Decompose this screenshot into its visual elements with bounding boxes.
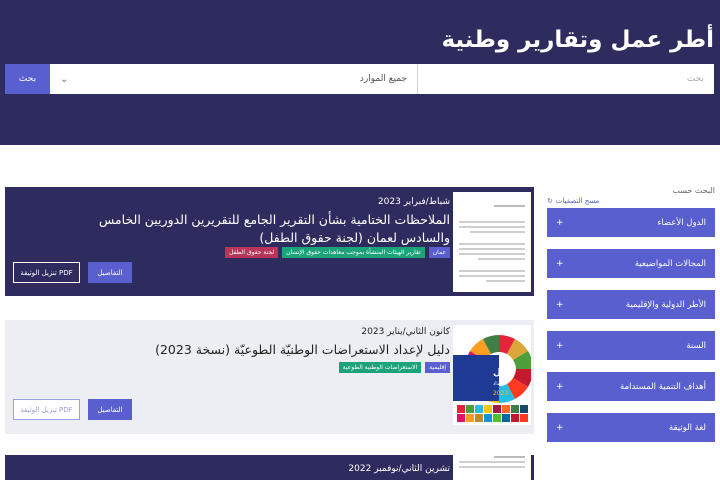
facet-label: الأطر الدولية والإقليمية bbox=[625, 299, 706, 310]
result-tags: عمان تقارير الهيئات المنشأة بموجب معاهدا… bbox=[225, 247, 450, 258]
plus-icon: + bbox=[556, 422, 564, 433]
search-bar: بحث ⌄ جميع الموارد بحث bbox=[5, 64, 714, 94]
result-actions: تنزيل الوثيقة PDF التفاصيل bbox=[13, 399, 132, 420]
resource-type-value: جميع الموارد bbox=[359, 74, 407, 84]
chevron-down-icon: ⌄ bbox=[60, 73, 69, 85]
result-title[interactable]: دليل لإعداد الاستعراضات الوطنيّة الطوعيّ… bbox=[90, 341, 450, 359]
tag[interactable]: إقليمية bbox=[425, 362, 450, 373]
thumb-subtitle: لإعداد bbox=[493, 381, 505, 387]
document-thumbnail[interactable] bbox=[453, 448, 531, 480]
plus-icon: + bbox=[556, 258, 564, 269]
facet-year[interactable]: السنة + bbox=[547, 331, 715, 360]
details-button[interactable]: التفاصيل bbox=[88, 399, 132, 420]
sdg-wheel-cover: دليل لإعداد 2023 bbox=[453, 335, 531, 422]
reset-filters-link[interactable]: ↻ مسح التصفيات bbox=[547, 197, 715, 205]
facet-label: السنة bbox=[686, 340, 706, 351]
plus-icon: + bbox=[556, 381, 564, 392]
plus-icon: + bbox=[556, 340, 564, 351]
document-thumbnail[interactable] bbox=[453, 192, 531, 292]
sdg-icons-row bbox=[457, 405, 528, 422]
result-actions: تنزيل الوثيقة PDF التفاصيل bbox=[13, 262, 132, 283]
filter-heading: البحث حسب bbox=[672, 186, 715, 195]
download-pdf-button[interactable]: تنزيل الوثيقة PDF bbox=[13, 399, 80, 420]
tag[interactable]: الاستعراضات الوطنية الطوعية bbox=[338, 362, 422, 373]
search-button[interactable]: بحث bbox=[5, 64, 50, 94]
hero-banner: أطر عمل وتقارير وطنية بحث ⌄ جميع الموارد… bbox=[0, 0, 720, 145]
filter-panel: البحث حسب ↻ مسح التصفيات الدول الأعضاء +… bbox=[547, 186, 715, 454]
thumb-title: دليل bbox=[493, 368, 513, 378]
facet-language[interactable]: لغة الوثيقة + bbox=[547, 413, 715, 442]
facet-label: أهداف التنمية المستدامة bbox=[620, 381, 706, 392]
resource-type-select[interactable]: ⌄ جميع الموارد bbox=[50, 64, 418, 94]
document-thumbnail[interactable]: دليل لإعداد 2023 bbox=[453, 325, 531, 425]
tag[interactable]: لجنة حقوق الطفل bbox=[225, 247, 279, 258]
result-date: تشرين الثاني/نوفمبر 2022 bbox=[348, 464, 450, 474]
result-title[interactable]: الملاحظات الختامية بشأن التقرير الجامع ل… bbox=[90, 211, 450, 247]
result-date: شباط/فبراير 2023 bbox=[377, 197, 450, 207]
facet-thematic-areas[interactable]: المجالات المواضيعية + bbox=[547, 249, 715, 278]
refresh-icon: ↻ bbox=[547, 197, 553, 205]
search-input[interactable]: بحث bbox=[418, 64, 714, 94]
result-date: كانون الثاني/يناير 2023 bbox=[361, 327, 450, 337]
plus-icon: + bbox=[556, 299, 564, 310]
thumb-year: 2023 bbox=[493, 390, 508, 397]
tag[interactable]: عمان bbox=[428, 247, 450, 258]
result-tags: إقليمية الاستعراضات الوطنية الطوعية bbox=[338, 362, 450, 373]
page-title: أطر عمل وتقارير وطنية bbox=[441, 27, 714, 53]
facet-sdgs[interactable]: أهداف التنمية المستدامة + bbox=[547, 372, 715, 401]
reset-filters-label: مسح التصفيات bbox=[555, 197, 600, 205]
facet-member-states[interactable]: الدول الأعضاء + bbox=[547, 208, 715, 237]
facet-frameworks[interactable]: الأطر الدولية والإقليمية + bbox=[547, 290, 715, 319]
facet-label: لغة الوثيقة bbox=[668, 422, 706, 433]
plus-icon: + bbox=[556, 217, 564, 228]
facet-label: الدول الأعضاء bbox=[657, 217, 706, 228]
details-button[interactable]: التفاصيل bbox=[88, 262, 132, 283]
result-card: شباط/فبراير 2023 الملاحظات الختامية بشأن… bbox=[5, 187, 534, 296]
result-card: دليل لإعداد 2023 كانون الثاني/يناير 2023… bbox=[5, 320, 534, 434]
download-pdf-button[interactable]: تنزيل الوثيقة PDF bbox=[13, 262, 80, 283]
search-placeholder: بحث bbox=[686, 74, 704, 84]
facet-label: المجالات المواضيعية bbox=[634, 258, 706, 269]
tag[interactable]: تقارير الهيئات المنشأة بموجب معاهدات حقو… bbox=[282, 247, 425, 258]
page: أطر عمل وتقارير وطنية بحث ⌄ جميع الموارد… bbox=[0, 0, 720, 480]
result-card: تشرين الثاني/نوفمبر 2022 bbox=[5, 448, 534, 480]
